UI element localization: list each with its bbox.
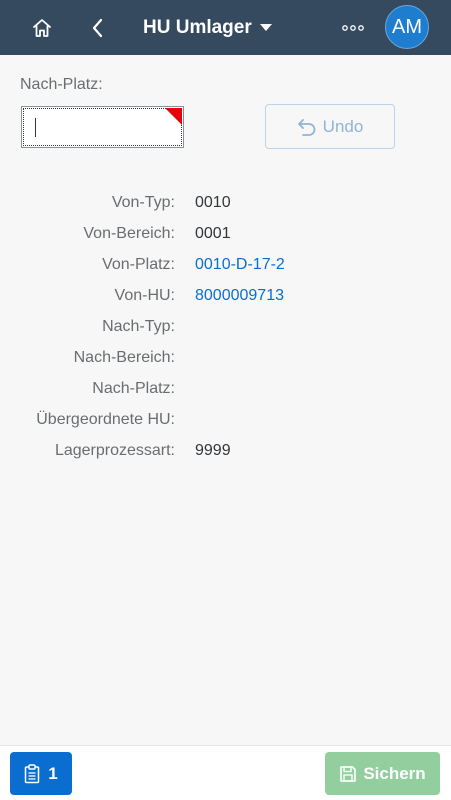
detail-value: 0001: [195, 225, 231, 242]
home-button[interactable]: [22, 0, 62, 55]
detail-label: Nach-Platz:: [92, 380, 175, 397]
clipboard-icon: [25, 763, 40, 783]
tasks-count: 1: [48, 763, 58, 783]
tasks-button[interactable]: 1: [10, 752, 72, 795]
detail-row-nach-bereich: Nach-Bereich:: [0, 349, 451, 373]
detail-row-nach-typ: Nach-Typ:: [0, 318, 451, 342]
detail-row-von-platz: Von-Platz: 0010-D-17-2: [0, 256, 451, 280]
nach-platz-input-label: Nach-Platz:: [20, 76, 103, 93]
save-button[interactable]: Sichern: [325, 752, 440, 795]
detail-label: Nach-Typ:: [102, 318, 175, 335]
von-platz-link[interactable]: 0010-D-17-2: [195, 256, 285, 274]
detail-row-uebergeordnete-hu: Übergeordnete HU:: [0, 411, 451, 435]
detail-row-von-bereich: Von-Bereich: 0001: [0, 225, 451, 249]
user-avatar[interactable]: AM: [385, 5, 429, 49]
detail-label: Von-HU:: [114, 287, 175, 304]
back-button[interactable]: [80, 0, 116, 55]
detail-label: Von-Typ:: [111, 194, 175, 211]
more-icon: [342, 24, 364, 31]
detail-row-von-hu: Von-HU: 8000009713: [0, 287, 451, 311]
text-cursor: [35, 118, 36, 137]
detail-value: 9999: [195, 442, 231, 459]
save-label: Sichern: [363, 763, 426, 783]
nach-platz-input[interactable]: [21, 106, 184, 148]
caret-down-icon: [259, 23, 272, 31]
detail-label: Nach-Bereich:: [73, 349, 175, 366]
detail-label: Übergeordnete HU:: [36, 411, 175, 428]
detail-label: Von-Platz:: [102, 256, 175, 273]
detail-row-von-typ: Von-Typ: 0010: [0, 194, 451, 218]
detail-label: Lagerprozessart:: [54, 442, 175, 459]
back-icon: [92, 18, 103, 37]
detail-value: 0010: [195, 194, 231, 211]
more-button[interactable]: [333, 0, 373, 55]
von-hu-link[interactable]: 8000009713: [195, 287, 284, 305]
detail-label: Von-Bereich:: [83, 225, 175, 242]
error-indicator-icon: [165, 108, 182, 125]
home-icon: [33, 18, 51, 37]
detail-row-nach-platz: Nach-Platz:: [0, 380, 451, 404]
shell-header: HU Umlager AM: [0, 0, 451, 55]
undo-button[interactable]: Undo: [265, 104, 395, 149]
undo-icon: [297, 118, 315, 136]
app-title-menu[interactable]: HU Umlager: [143, 0, 272, 55]
detail-row-lagerprozessart: Lagerprozessart: 9999: [0, 442, 451, 466]
undo-label: Undo: [322, 116, 364, 136]
app-title: HU Umlager: [143, 16, 252, 38]
save-icon: [340, 765, 357, 782]
footer-toolbar: 1 Sichern: [0, 745, 451, 800]
